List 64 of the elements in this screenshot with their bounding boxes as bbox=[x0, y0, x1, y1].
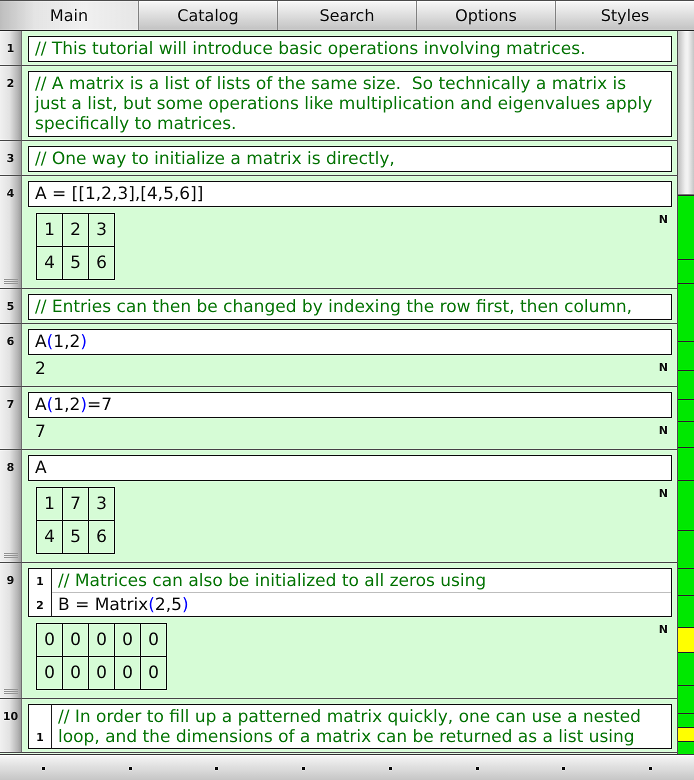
matrix-entry: 1 bbox=[36, 214, 62, 246]
mode-label: N bbox=[658, 488, 668, 499]
cell-number: 7 bbox=[6, 398, 14, 411]
matrix-entry: 3 bbox=[88, 214, 114, 246]
line-number: 1 bbox=[36, 731, 44, 744]
matrix-entry: 0 bbox=[114, 624, 140, 656]
line-number: 1 bbox=[36, 575, 44, 588]
input-field[interactable]: 1 // Matrices can also be initialized to all zeros using 2 B = Matrix(2,5) bbox=[28, 568, 672, 617]
input-field[interactable]: A(1,2)=7 bbox=[28, 392, 672, 418]
matrix-entry: 0 bbox=[88, 624, 114, 656]
cell-number: 4 bbox=[6, 187, 14, 200]
matrix-entry: 0 bbox=[36, 624, 62, 656]
input-field[interactable]: // This tutorial will introduce basic operations involving matrices. bbox=[28, 36, 672, 62]
cell-number: 9 bbox=[6, 574, 14, 587]
input-field[interactable]: // One way to initialize a matrix is directly, bbox=[28, 146, 672, 172]
matrix-entry: 7 bbox=[62, 488, 88, 520]
comment-line: // In order to fill up a patterned matrix quickly, one can use a nested loop, and the dimensions of a matrix can be returned as a list using bbox=[57, 706, 642, 748]
matrix-entry: 0 bbox=[62, 656, 88, 690]
output-value: 2 bbox=[35, 358, 46, 381]
output-value: 7 bbox=[35, 421, 46, 444]
matrix-entry: 5 bbox=[62, 520, 88, 554]
matrix-entry: 0 bbox=[140, 624, 166, 656]
matrix-entry: 4 bbox=[36, 520, 62, 554]
matrix-entry: 6 bbox=[88, 520, 114, 554]
input-field[interactable]: A bbox=[28, 455, 672, 481]
tab[interactable]: Search bbox=[278, 1, 417, 30]
matrix-entry: 6 bbox=[88, 246, 114, 280]
matrix-entry: 1 bbox=[36, 488, 62, 520]
matrix-entry: 2 bbox=[62, 214, 88, 246]
cell-number: 2 bbox=[6, 77, 14, 90]
cell-number: 5 bbox=[6, 300, 14, 313]
matrix-entry: 0 bbox=[114, 656, 140, 690]
matrix-entry: 0 bbox=[36, 656, 62, 690]
matrix-entry: 3 bbox=[88, 488, 114, 520]
mode-label: N bbox=[658, 425, 668, 436]
mode-label: N bbox=[658, 214, 668, 225]
cell-number: 1 bbox=[6, 42, 14, 55]
input-field[interactable]: A(1,2) bbox=[28, 329, 672, 355]
tab[interactable]: Options bbox=[417, 1, 556, 30]
input-field[interactable]: A = [[1,2,3],[4,5,6]] bbox=[28, 181, 672, 207]
comment-line: // Matrices can also be initialized to all zeros using bbox=[57, 570, 488, 592]
matrix-entry: 0 bbox=[140, 656, 166, 690]
input-field[interactable]: // A matrix is a list of lists of the same size. So technically a matrix is just a list, but some operations like multiplication and eigenvalues apply specifically to matrices. bbox=[28, 71, 672, 137]
cell-number: 8 bbox=[6, 461, 14, 474]
matrix-entry: 5 bbox=[62, 246, 88, 280]
input-field[interactable]: // Entries can then be changed by indexing the row first, then column, bbox=[28, 294, 672, 320]
cell-number: 3 bbox=[6, 152, 14, 165]
cell-number: 10 bbox=[2, 710, 18, 723]
cell-number: 6 bbox=[6, 335, 14, 348]
tab[interactable]: Catalog bbox=[139, 1, 278, 30]
tab[interactable]: Styles bbox=[556, 1, 694, 30]
grip-icon[interactable] bbox=[4, 553, 18, 558]
scrollbar-thumb[interactable] bbox=[678, 31, 694, 195]
matrix-entry: 0 bbox=[88, 656, 114, 690]
line-number: 2 bbox=[36, 599, 44, 612]
code-line: B = Matrix(2,5) bbox=[52, 592, 671, 616]
matrix-entry: 0 bbox=[62, 624, 88, 656]
matrix-entry: 4 bbox=[36, 246, 62, 280]
grip-icon[interactable] bbox=[4, 279, 18, 284]
input-field[interactable]: 1 // In order to fill up a patterned matrix quickly, one can use a nested loop, and the dimensions of a matrix can be returned as a list using bbox=[28, 704, 672, 749]
mode-label: N bbox=[658, 362, 668, 373]
mode-label: N bbox=[658, 624, 668, 635]
tab[interactable]: Main bbox=[0, 1, 139, 30]
grip-icon[interactable] bbox=[4, 689, 18, 694]
